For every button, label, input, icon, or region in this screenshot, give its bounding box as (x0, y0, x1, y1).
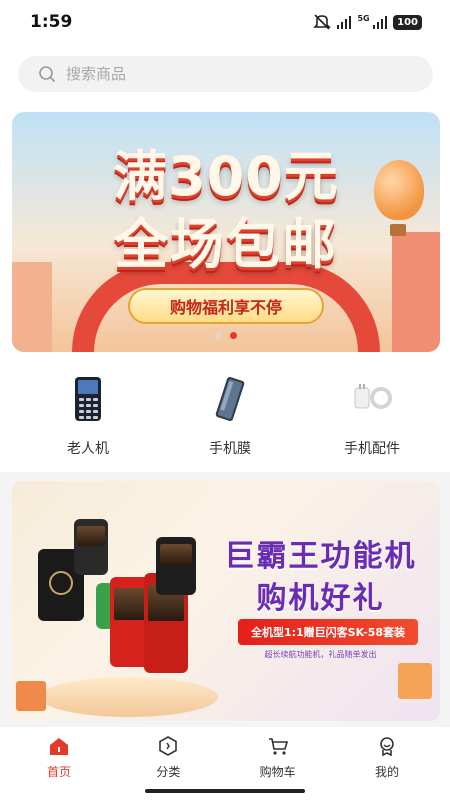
nav-label: 我的 (374, 765, 399, 779)
status-bar: 1:59 5G 100 (0, 0, 450, 44)
carousel-dot[interactable] (215, 332, 222, 339)
status-time: 1:59 (30, 12, 73, 32)
profile-icon (380, 737, 394, 757)
signal-icon-2 (372, 15, 388, 29)
phone-accessory-icon (349, 376, 395, 422)
carousel-dot-active[interactable] (230, 332, 237, 339)
gift-box-decoration (16, 681, 46, 711)
category-icon (159, 736, 178, 756)
search-box[interactable] (18, 56, 433, 92)
promo-banner-carousel[interactable]: 满300元 全场包邮 购物福利享不停 (12, 112, 440, 352)
banner-ribbon: 购物福利享不停 (128, 288, 324, 324)
search-input[interactable] (66, 65, 366, 83)
nav-label: 购物车 (259, 765, 296, 779)
category-label: 手机膜 (209, 441, 251, 457)
nav-home[interactable]: 首页 (14, 727, 104, 800)
search-icon (39, 66, 56, 83)
home-icon (50, 738, 68, 755)
nav-profile[interactable]: 我的 (342, 727, 432, 800)
gift-box-decoration (398, 663, 432, 699)
category-label: 老人机 (67, 441, 109, 457)
promo-title-line1: 巨霸王功能机 (224, 539, 417, 574)
home-indicator (145, 789, 305, 793)
category-label: 手机配件 (344, 441, 400, 457)
open-flip-phone-image (74, 519, 108, 575)
status-icons: 5G 100 (313, 14, 422, 30)
network-label: 5G (357, 14, 370, 23)
screen-protector-icon (207, 376, 253, 422)
category-item-elderly-phone[interactable]: 老人机 (38, 362, 138, 472)
black-flip-phone-image (156, 537, 196, 595)
search-bar-container (0, 44, 450, 104)
podium-decoration (40, 677, 218, 717)
feature-phone-promo-banner[interactable]: 巨霸王功能机 购机好礼 全机型1:1赠巨闪客SK-58套装 超长续航功能机，礼品… (12, 481, 440, 721)
nav-label: 首页 (46, 765, 71, 779)
category-row: 老人机 手机膜 手机配件 (0, 362, 450, 472)
category-item-screen-protector[interactable]: 手机膜 (180, 362, 280, 472)
cart-icon (268, 738, 288, 755)
carousel-dots (12, 332, 440, 339)
promo-subtitle: 超长续航功能机，礼品随单发出 (264, 650, 377, 659)
signal-icon (336, 15, 352, 29)
promo-offer-pill: 全机型1:1赠巨闪客SK-58套装 (238, 619, 418, 645)
feature-phone-icon (65, 376, 111, 422)
category-item-phone-accessory[interactable]: 手机配件 (322, 362, 422, 472)
mute-icon (313, 14, 331, 30)
nav-label: 分类 (156, 765, 181, 779)
battery-indicator: 100 (393, 14, 422, 30)
banner-headline-line2: 全场包邮 (114, 213, 338, 276)
promo-title-line2: 购机好礼 (256, 581, 385, 616)
